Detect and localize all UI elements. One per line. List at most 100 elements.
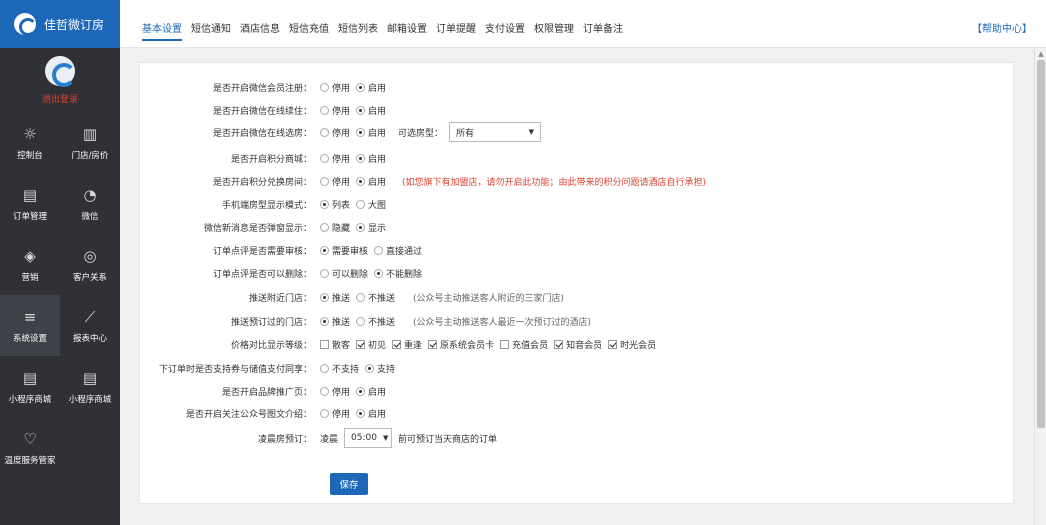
- sidebar-item[interactable]: ◔ 微信: [60, 173, 120, 234]
- radio-circle[interactable]: [320, 316, 329, 326]
- save-button[interactable]: 保存: [330, 473, 368, 495]
- radio-option[interactable]: 直接通过: [374, 244, 422, 257]
- radio-circle[interactable]: [320, 386, 329, 396]
- radio-circle[interactable]: [320, 292, 329, 302]
- checkbox-box[interactable]: [392, 339, 402, 349]
- radio-circle[interactable]: [320, 268, 329, 278]
- radio-circle[interactable]: [320, 408, 329, 418]
- radio-circle[interactable]: [356, 153, 366, 163]
- radio-option[interactable]: 推送: [320, 291, 350, 304]
- radio-option[interactable]: 大图: [356, 198, 386, 211]
- radio-circle[interactable]: [320, 199, 329, 209]
- radio-circle[interactable]: [374, 245, 384, 255]
- radio-option[interactable]: 启用: [356, 104, 386, 117]
- radio-option[interactable]: 停用: [320, 104, 350, 117]
- scroll-up-arrow-icon[interactable]: ▲: [1035, 48, 1046, 60]
- sidebar-item[interactable]: ♡ 温度服务管家: [0, 417, 60, 478]
- radio-option[interactable]: 推送: [320, 315, 350, 328]
- logout-link[interactable]: 退出登录: [42, 92, 78, 105]
- avatar[interactable]: [45, 56, 76, 87]
- radio-option[interactable]: 停用: [320, 385, 350, 398]
- radio-circle[interactable]: [356, 292, 366, 302]
- radio-circle[interactable]: [320, 222, 329, 232]
- tab-item[interactable]: 支付设置: [485, 20, 525, 41]
- checkbox-option[interactable]: 原系统会员卡: [428, 338, 494, 351]
- checkbox-option[interactable]: 初见: [356, 338, 386, 351]
- tab-item[interactable]: 短信通知: [191, 20, 231, 41]
- checkbox-box[interactable]: [356, 339, 366, 349]
- sidebar-item[interactable]: ▤ 小程序商城: [60, 356, 120, 417]
- checkbox-option[interactable]: 时光会员: [608, 338, 656, 351]
- radio-circle[interactable]: [320, 127, 329, 137]
- tab-item[interactable]: 邮箱设置: [387, 20, 427, 41]
- radio-option[interactable]: 隐藏: [320, 221, 350, 234]
- tab-item[interactable]: 短信充值: [289, 20, 329, 41]
- sidebar-item[interactable]: ▤ 订单管理: [0, 173, 60, 234]
- time-select[interactable]: 05:00 ▼: [344, 428, 393, 448]
- checkbox-option[interactable]: 充值会员: [500, 338, 548, 351]
- sidebar-item[interactable]: ☼ 控制台: [0, 112, 60, 173]
- radio-circle[interactable]: [356, 199, 366, 209]
- radio-option[interactable]: 列表: [320, 198, 350, 211]
- radio-option[interactable]: 可以删除: [320, 267, 368, 280]
- tab-item[interactable]: 权限管理: [534, 20, 574, 41]
- radio-option[interactable]: 启用: [356, 407, 386, 420]
- checkbox-option[interactable]: 散客: [320, 338, 350, 351]
- sidebar-item[interactable]: ▤ 小程序商城: [0, 356, 60, 417]
- radio-option[interactable]: 停用: [320, 152, 350, 165]
- radio-option[interactable]: 停用: [320, 81, 350, 94]
- radio-circle[interactable]: [320, 153, 329, 163]
- scrollbar-thumb[interactable]: [1037, 60, 1045, 428]
- radio-option[interactable]: 启用: [356, 385, 386, 398]
- radio-option[interactable]: 不支持: [320, 362, 359, 375]
- tab-item[interactable]: 订单提醒: [436, 20, 476, 41]
- sidebar-item[interactable]: ⟋ 报表中心: [60, 295, 120, 356]
- tab-item[interactable]: 基本设置: [142, 20, 182, 41]
- radio-option[interactable]: 启用: [356, 126, 386, 139]
- radio-circle[interactable]: [320, 105, 329, 115]
- checkbox-option[interactable]: 重逢: [392, 338, 422, 351]
- help-center-link[interactable]: 【帮助中心】: [972, 20, 1032, 35]
- tab-item[interactable]: 订单备注: [583, 20, 623, 41]
- radio-option[interactable]: 不推送: [356, 315, 395, 328]
- radio-circle[interactable]: [320, 245, 329, 255]
- tab-item[interactable]: 短信列表: [338, 20, 378, 41]
- radio-circle[interactable]: [356, 105, 366, 115]
- radio-circle[interactable]: [320, 363, 329, 373]
- radio-circle[interactable]: [356, 408, 366, 418]
- radio-circle[interactable]: [356, 316, 366, 326]
- radio-option[interactable]: 显示: [356, 221, 386, 234]
- sidebar-item[interactable]: ▥ 门店/房价: [60, 112, 120, 173]
- radio-option[interactable]: 不推送: [356, 291, 395, 304]
- sidebar-item[interactable]: ◎ 客户关系: [60, 234, 120, 295]
- radio-circle[interactable]: [356, 176, 366, 186]
- radio-option[interactable]: 需要审核: [320, 244, 368, 257]
- radio-option[interactable]: 停用: [320, 175, 350, 188]
- radio-option[interactable]: 停用: [320, 126, 350, 139]
- radio-circle[interactable]: [356, 82, 366, 92]
- tab-item[interactable]: 酒店信息: [240, 20, 280, 41]
- checkbox-box[interactable]: [608, 339, 618, 349]
- sidebar-item[interactable]: ◈ 营销: [0, 234, 60, 295]
- radio-circle[interactable]: [356, 127, 366, 137]
- room-type-select[interactable]: 所有 ▼: [449, 122, 542, 142]
- page-scrollbar[interactable]: ▲: [1034, 48, 1046, 525]
- radio-option[interactable]: 启用: [356, 175, 386, 188]
- radio-option[interactable]: 不能删除: [374, 267, 422, 280]
- checkbox-option[interactable]: 知音会员: [554, 338, 602, 351]
- sidebar-item[interactable]: ≡ 系统设置: [0, 295, 60, 356]
- radio-option[interactable]: 支持: [365, 362, 395, 375]
- radio-circle[interactable]: [356, 386, 366, 396]
- radio-option[interactable]: 停用: [320, 407, 350, 420]
- checkbox-box[interactable]: [554, 339, 564, 349]
- radio-circle[interactable]: [365, 363, 375, 373]
- checkbox-box[interactable]: [320, 339, 329, 349]
- radio-option[interactable]: 启用: [356, 152, 386, 165]
- radio-circle[interactable]: [320, 176, 329, 186]
- checkbox-box[interactable]: [428, 339, 438, 349]
- radio-circle[interactable]: [374, 268, 384, 278]
- checkbox-box[interactable]: [500, 339, 510, 349]
- radio-circle[interactable]: [356, 222, 366, 232]
- radio-option[interactable]: 启用: [356, 81, 386, 94]
- radio-circle[interactable]: [320, 82, 329, 92]
